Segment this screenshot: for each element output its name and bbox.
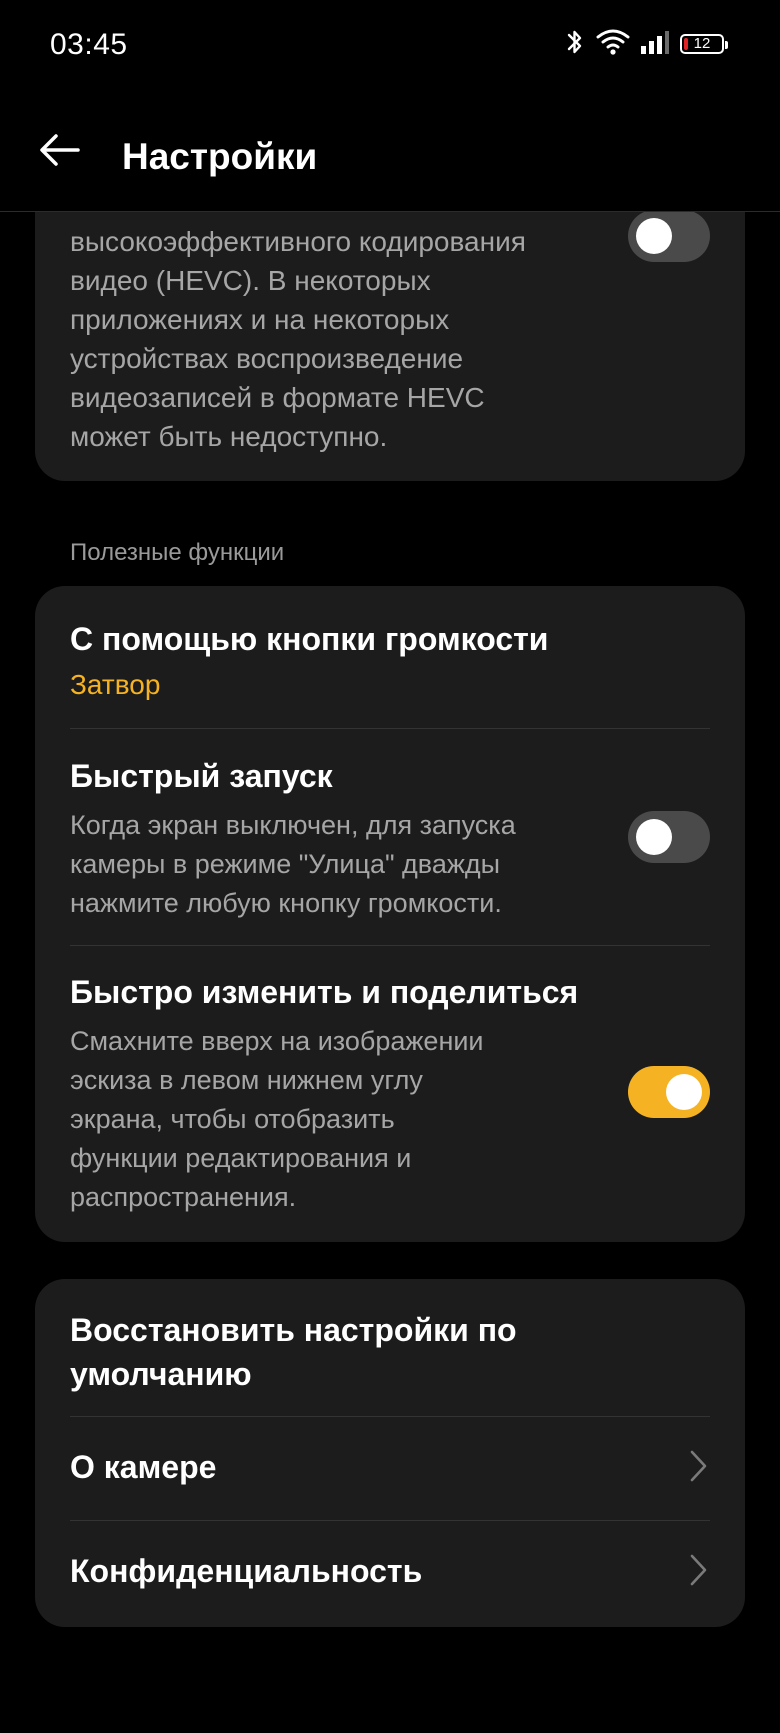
about-camera-row[interactable]: О камере — [70, 1447, 710, 1487]
privacy-row[interactable]: Конфиденциальность — [70, 1551, 710, 1591]
battery-icon: 12 — [680, 34, 728, 54]
arrow-left-icon — [38, 132, 82, 173]
divider — [70, 728, 710, 729]
page-title: Настройки — [122, 136, 318, 177]
battery-level-fill — [684, 38, 688, 50]
privacy-label: Конфиденциальность — [70, 1553, 423, 1589]
quick-edit-title: Быстро изменить и поделиться — [70, 974, 579, 1010]
quick-launch-toggle[interactable] — [628, 811, 710, 863]
toggle-knob — [636, 819, 672, 855]
divider — [70, 1416, 710, 1417]
status-time: 03:45 — [50, 28, 128, 61]
battery-level-text: 12 — [693, 35, 711, 52]
bottom-actions-card: Восстановить настройки по умолчанию О ка… — [35, 1279, 745, 1627]
back-button[interactable] — [30, 122, 90, 182]
reset-settings-row[interactable]: Восстановить настройки по умолчанию — [70, 1308, 590, 1396]
status-icons: 12 — [564, 26, 728, 62]
quick-edit-row[interactable]: Быстро изменить и поделиться Смахните вв… — [70, 972, 710, 1217]
hevc-toggle[interactable] — [628, 210, 710, 262]
chevron-right-icon — [686, 1553, 710, 1587]
about-camera-label: О камере — [70, 1449, 217, 1485]
toggle-knob — [636, 218, 672, 254]
section-label-useful: Полезные функции — [70, 539, 285, 566]
volume-button-value: Затвор — [70, 669, 161, 700]
volume-button-title: С помощью кнопки громкости — [70, 621, 549, 657]
volume-button-row[interactable]: С помощью кнопки громкости Затвор — [70, 619, 710, 701]
signal-icon — [640, 30, 670, 59]
toggle-knob — [666, 1074, 702, 1110]
divider — [70, 945, 710, 946]
divider — [70, 1520, 710, 1521]
quick-launch-title: Быстрый запуск — [70, 758, 333, 794]
useful-functions-card: С помощью кнопки громкости Затвор Быстры… — [35, 586, 745, 1242]
chevron-right-icon — [686, 1449, 710, 1483]
quick-launch-description: Когда экран выключен, для запуска камеры… — [70, 810, 516, 918]
hevc-description: высокоэффективного кодирования видео (HE… — [70, 226, 526, 452]
wifi-icon — [596, 28, 630, 61]
quick-launch-row[interactable]: Быстрый запуск Когда экран выключен, для… — [70, 756, 710, 923]
app-bar: Настройки — [0, 92, 780, 212]
status-bar: 03:45 12 — [0, 0, 780, 92]
bluetooth-icon — [564, 27, 586, 62]
reset-settings-label: Восстановить настройки по умолчанию — [70, 1312, 517, 1392]
quick-edit-description: Смахните вверх на изображении эскиза в л… — [70, 1026, 484, 1212]
quick-edit-toggle[interactable] — [628, 1066, 710, 1118]
